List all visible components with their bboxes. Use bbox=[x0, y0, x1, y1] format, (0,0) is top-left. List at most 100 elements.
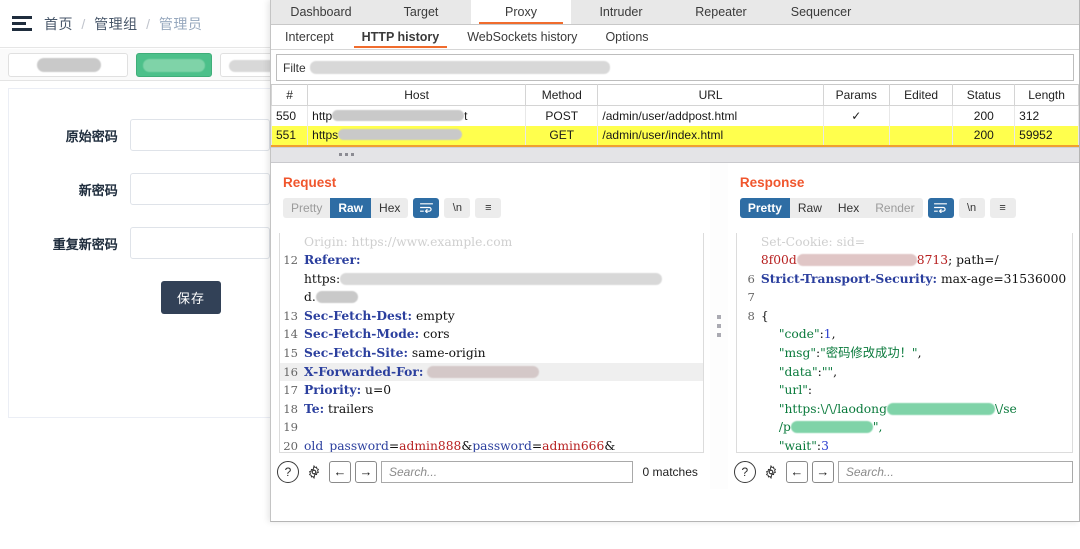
line-text: Sec-Fetch-Mode: cors bbox=[304, 325, 703, 344]
json-key-data: "data" bbox=[778, 364, 818, 379]
line-number: 17 bbox=[283, 383, 298, 398]
code-line: d. bbox=[280, 288, 703, 307]
menu-icon[interactable]: ≡ bbox=[475, 197, 502, 218]
response-mode-render[interactable]: Render bbox=[867, 198, 922, 218]
header-name: Sec-Fetch-Site: bbox=[304, 345, 408, 361]
line-text: Sec-Fetch-Site: same-origin bbox=[304, 344, 703, 363]
col-params[interactable]: Params bbox=[822, 84, 890, 106]
input-new-password[interactable] bbox=[129, 173, 270, 205]
json-key-wait: "wait" bbox=[778, 439, 817, 453]
filter-redacted-text bbox=[309, 61, 610, 74]
help-icon[interactable]: ? bbox=[277, 460, 299, 483]
search-prev-icon[interactable]: ← bbox=[785, 460, 808, 483]
menu-icon[interactable]: ≡ bbox=[989, 197, 1016, 218]
cell-url: /admin/user/addpost.html bbox=[597, 105, 824, 126]
breadcrumb: 首页 / 管理组 / 管理员 bbox=[44, 14, 202, 34]
request-mode-raw[interactable]: Raw bbox=[330, 197, 372, 218]
request-mode-pretty[interactable]: Pretty bbox=[283, 198, 330, 218]
request-code-body: Origin: https://www.example.com 12 Refer… bbox=[280, 233, 703, 453]
request-view-mode-group: Pretty Raw Hex bbox=[283, 197, 409, 218]
col-length[interactable]: Length bbox=[1014, 84, 1079, 106]
request-editor[interactable]: Origin: https://www.example.com 12 Refer… bbox=[279, 232, 704, 453]
code-line: "code":1, bbox=[737, 325, 1072, 344]
col-status[interactable]: Status bbox=[952, 84, 1016, 106]
table-row[interactable]: 551 https GET /admin/user/index.html 200… bbox=[271, 125, 1079, 146]
line-text: "wait":3 bbox=[761, 437, 1072, 453]
col-method[interactable]: Method bbox=[525, 84, 599, 106]
cell-params: ✓ bbox=[822, 105, 890, 126]
param-value-password: admin666 bbox=[542, 439, 605, 453]
tab-intruder[interactable]: Intruder bbox=[571, 0, 671, 24]
splitter-grip-icon bbox=[339, 153, 354, 156]
save-button[interactable]: 保存 bbox=[161, 281, 222, 314]
line-number: 7 bbox=[747, 290, 755, 305]
filter-bar[interactable]: Filte bbox=[276, 54, 1074, 81]
json-value-wait: 3 bbox=[821, 439, 829, 453]
response-mode-raw[interactable]: Raw bbox=[790, 198, 830, 218]
code-line: 13 Sec-Fetch-Dest: empty bbox=[280, 307, 703, 326]
subtab-intercept[interactable]: Intercept bbox=[271, 25, 348, 49]
subtab-options[interactable]: Options bbox=[591, 25, 662, 49]
horizontal-splitter[interactable] bbox=[271, 146, 1079, 163]
tab-target[interactable]: Target bbox=[371, 0, 471, 24]
json-value-url-tail: \/se bbox=[994, 401, 1017, 416]
gear-icon[interactable] bbox=[303, 460, 325, 483]
word-wrap-icon[interactable] bbox=[413, 197, 440, 218]
breadcrumb-home[interactable]: 首页 bbox=[44, 16, 73, 32]
table-row[interactable]: 550 http t POST /admin/user/addpost.html … bbox=[271, 105, 1079, 126]
newline-icon[interactable]: \n bbox=[444, 197, 471, 218]
header-value: cors bbox=[423, 327, 450, 342]
breadcrumb-group[interactable]: 管理组 bbox=[94, 16, 138, 32]
tab-repeater[interactable]: Repeater bbox=[671, 0, 771, 24]
request-mode-hex[interactable]: Hex bbox=[371, 198, 408, 218]
line-text: Origin: https://www.example.com bbox=[304, 234, 513, 249]
col-url[interactable]: URL bbox=[597, 84, 824, 106]
code-line: 14 Sec-Fetch-Mode: cors bbox=[280, 325, 703, 344]
col-host[interactable]: Host bbox=[307, 84, 527, 106]
header-name: Strict-Transport-Security: bbox=[760, 270, 938, 286]
subtab-http-history[interactable]: HTTP history bbox=[348, 25, 454, 49]
cell-length: 312 bbox=[1014, 105, 1079, 126]
response-search-input[interactable]: Search... bbox=[837, 460, 1073, 483]
gear-icon[interactable] bbox=[759, 460, 782, 483]
newline-icon[interactable]: \n bbox=[958, 197, 985, 218]
request-search-input[interactable]: Search... bbox=[381, 460, 633, 483]
breadcrumb-separator: / bbox=[81, 15, 86, 32]
col-number[interactable]: # bbox=[271, 84, 309, 106]
param-value-old-password: admin888 bbox=[399, 439, 462, 453]
input-old-password[interactable] bbox=[129, 119, 270, 151]
input-repeat-new-password[interactable] bbox=[129, 227, 270, 259]
line-text: 8f00d 8713; path=/ bbox=[761, 251, 1072, 270]
cell-url: /admin/user/index.html bbox=[597, 125, 824, 146]
code-line: Set-Cookie: sid= bbox=[737, 233, 1072, 252]
cell-status: 200 bbox=[952, 125, 1016, 146]
response-mode-hex[interactable]: Hex bbox=[830, 198, 867, 218]
vertical-splitter[interactable] bbox=[709, 162, 728, 489]
app-tab-2-active[interactable] bbox=[136, 52, 212, 77]
line-number: 8 bbox=[747, 308, 755, 323]
code-line: 12 Referer: bbox=[280, 251, 703, 270]
response-mode-pretty[interactable]: Pretty bbox=[739, 197, 790, 218]
cell-host: https bbox=[307, 125, 527, 146]
cell-edited bbox=[888, 105, 954, 126]
hamburger-icon[interactable] bbox=[12, 15, 32, 32]
line-text: /p ", bbox=[761, 418, 1072, 437]
help-icon[interactable]: ? bbox=[733, 460, 756, 483]
tab-proxy[interactable]: Proxy bbox=[471, 0, 571, 24]
response-editor[interactable]: Set-Cookie: sid= 8f00d 8713; path=/ 6 Str… bbox=[735, 232, 1073, 453]
subtab-websockets-history[interactable]: WebSockets history bbox=[453, 25, 591, 49]
request-match-count: 0 matches bbox=[642, 464, 698, 479]
line-number: 13 bbox=[283, 308, 298, 323]
line-text: Te: trailers bbox=[304, 400, 703, 419]
app-tab-1[interactable] bbox=[8, 52, 128, 77]
tab-sequencer[interactable]: Sequencer bbox=[771, 0, 871, 24]
search-prev-icon[interactable]: ← bbox=[329, 460, 351, 483]
form-row-old-password: 原始密码 bbox=[9, 119, 270, 151]
header-name: Priority: bbox=[304, 382, 362, 398]
search-next-icon[interactable]: → bbox=[811, 460, 834, 483]
search-next-icon[interactable]: → bbox=[355, 460, 377, 483]
col-edited[interactable]: Edited bbox=[888, 84, 954, 106]
cell-method: GET bbox=[525, 125, 599, 146]
word-wrap-icon[interactable] bbox=[927, 197, 954, 218]
tab-dashboard[interactable]: Dashboard bbox=[271, 0, 371, 24]
